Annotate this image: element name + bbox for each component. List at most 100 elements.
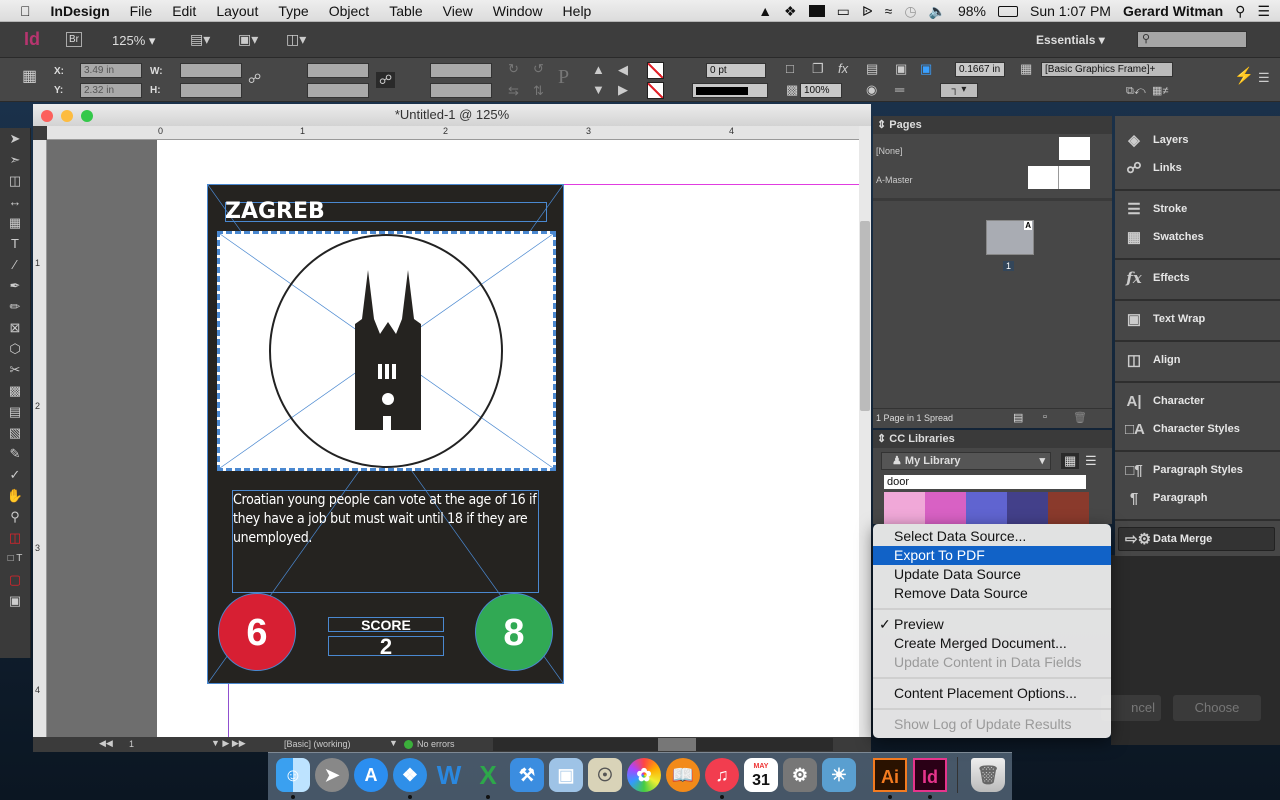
user-name[interactable]: Gerard Witman (1123, 3, 1223, 19)
master-a[interactable]: A-Master (876, 175, 913, 185)
fill-swatch[interactable] (647, 62, 664, 79)
drop-shadow-icon[interactable]: ❐ (812, 62, 824, 76)
corner-size-field[interactable]: 0.1667 in (955, 62, 1005, 77)
menu-type[interactable]: Type (268, 3, 318, 19)
horizontal-scrollbar[interactable] (493, 738, 833, 751)
master-a-thumb[interactable] (1028, 166, 1090, 189)
apply-none-icon[interactable]: ▢ (0, 569, 30, 590)
rotate-cw-icon[interactable]: ↻ (508, 62, 519, 76)
corner-shape-dropdown[interactable]: ┐ ▾ (940, 83, 978, 98)
text-wrap-shape-icon[interactable]: ◉ (866, 83, 877, 97)
menu-file[interactable]: File (120, 3, 163, 19)
dock-itunes[interactable]: ♫ (705, 758, 739, 792)
panel-character[interactable]: A| Character (1125, 389, 1204, 413)
dock-image-capture[interactable]: ☉ (588, 758, 622, 792)
menu-select-data-source[interactable]: Select Data Source... (873, 527, 1111, 546)
text-wrap-none-icon[interactable]: ▤ (866, 62, 878, 76)
opacity-field[interactable]: 100% (800, 83, 842, 98)
panel-paragraph-styles[interactable]: □¶ Paragraph Styles (1125, 458, 1243, 482)
dock-excel[interactable]: X (471, 758, 505, 792)
left-value-circle[interactable]: 6 (218, 593, 296, 671)
help-search-input[interactable]: ⚲ (1137, 31, 1247, 48)
dock-xcode[interactable]: ⚒ (510, 758, 544, 792)
select-previous-icon[interactable]: ◀ (618, 63, 628, 77)
panel-links[interactable]: ☍ Links (1125, 156, 1181, 180)
page-number-field[interactable]: 1 (129, 739, 219, 749)
wifi-icon[interactable]: ≈ (885, 3, 893, 19)
shear-field[interactable] (430, 83, 492, 98)
swatch[interactable] (966, 492, 1007, 524)
screen-icon[interactable] (808, 5, 825, 17)
horizontal-ruler[interactable]: 0 1 2 3 4 (47, 126, 859, 140)
notification-center-icon[interactable]: ☰ (1257, 3, 1270, 20)
polygon-tool-icon[interactable]: ⬡ (0, 338, 30, 359)
free-transform-tool-icon[interactable]: ▩ (0, 380, 30, 401)
object-style-icon[interactable]: ▦ (1020, 62, 1032, 76)
frame-fitting-icon[interactable]: □ (786, 62, 794, 76)
vertical-ruler[interactable]: 1 2 3 4 (33, 140, 47, 737)
page-tool-icon[interactable]: ◫ (0, 170, 30, 191)
dock-launchpad[interactable]: ➤ (315, 758, 349, 792)
dock-trash[interactable]: 🗑 (971, 758, 1005, 792)
cc-libraries-tab[interactable]: ⇕ CC Libraries (873, 430, 1112, 448)
gap-tool-icon[interactable]: ↔ (0, 191, 30, 212)
library-search-input[interactable]: door (884, 475, 1086, 489)
card-title[interactable]: ZAGREB (225, 199, 325, 224)
menu-create-merged-document[interactable]: Create Merged Document... (873, 634, 1111, 653)
dock-photos[interactable]: ✿ (627, 758, 661, 792)
image-frame[interactable] (217, 231, 556, 471)
battery-percent[interactable]: 98% (958, 3, 986, 19)
clear-overrides-icon[interactable]: ⧉↶ (1126, 84, 1146, 98)
menu-remove-data-source[interactable]: Remove Data Source (873, 584, 1111, 603)
choose-button[interactable]: Choose (1173, 695, 1261, 721)
text-wrap-bbox-icon[interactable]: ▣ (895, 62, 907, 76)
swatch[interactable] (884, 492, 925, 524)
panel-character-styles[interactable]: □A Character Styles (1125, 417, 1240, 441)
fill-stroke-icon[interactable]: ◫ (0, 527, 30, 548)
pages-panel-tab[interactable]: ⇕ Pages (873, 116, 1112, 134)
preflight-dropdown-icon[interactable]: ▼ (389, 738, 398, 748)
page-dropdown-icon[interactable]: ▼ ▶ ▶▶ (211, 738, 246, 749)
apple-icon[interactable]:  (0, 3, 41, 19)
text-wrap-jump-icon[interactable]: ═ (895, 83, 904, 97)
bridge-button[interactable]: Br (66, 32, 82, 47)
selection-tool-icon[interactable]: ➤ (0, 128, 30, 149)
zoom-level-dropdown[interactable]: 125% ▾ (112, 33, 155, 49)
zoom-tool-icon[interactable]: ⚲ (0, 506, 30, 527)
line-tool-icon[interactable]: ∕ (0, 254, 30, 275)
zoom-button[interactable] (81, 110, 93, 122)
page-nav-first-icon[interactable]: ◀◀ (99, 738, 113, 749)
close-button[interactable] (41, 110, 53, 122)
menu-object[interactable]: Object (319, 3, 379, 19)
view-options-icon[interactable]: ▤▾ (190, 31, 210, 48)
dock-indesign[interactable]: Id (913, 758, 947, 792)
panel-menu-icon[interactable]: ☰ (1258, 71, 1270, 85)
master-none[interactable]: [None] (876, 146, 903, 156)
scroll-thumb[interactable] (860, 221, 870, 411)
panel-effects[interactable]: fx Effects (1125, 266, 1189, 290)
vertical-scrollbar[interactable] (859, 126, 871, 737)
right-value-circle[interactable]: 8 (475, 593, 553, 671)
rectangle-frame-tool-icon[interactable]: ⊠ (0, 317, 30, 338)
type-tool-icon[interactable]: T (0, 233, 30, 254)
x-field[interactable]: 3.49 in (80, 63, 142, 78)
constrain-proportions-icon[interactable]: ☍ (248, 72, 261, 86)
airplay-icon[interactable]: ▭ (837, 3, 850, 20)
object-style-dropdown[interactable]: [Basic Graphics Frame]+ (1041, 62, 1173, 77)
rotation-field[interactable] (430, 63, 492, 78)
reference-point-icon[interactable]: ▦ (22, 69, 37, 85)
volume-icon[interactable]: 🔈 (929, 3, 946, 20)
list-view-icon[interactable]: ☰ (1085, 453, 1097, 469)
google-drive-icon[interactable]: ▲ (758, 3, 772, 19)
dock-ibooks[interactable]: 📖 (666, 758, 700, 792)
menu-view[interactable]: View (433, 3, 483, 19)
minimize-button[interactable] (61, 110, 73, 122)
clock[interactable]: Sun 1:07 PM (1030, 3, 1111, 19)
page-size-icon[interactable]: ▤ (1013, 411, 1023, 424)
hand-tool-icon[interactable]: ✋ (0, 485, 30, 506)
score-value[interactable]: 2 (328, 636, 444, 658)
menu-update-data-source[interactable]: Update Data Source (873, 565, 1111, 584)
formatting-affects-icon[interactable]: □ T (0, 548, 30, 569)
grid-view-icon[interactable]: ▦ (1061, 453, 1080, 469)
panel-stroke[interactable]: ☰ Stroke (1125, 197, 1187, 221)
